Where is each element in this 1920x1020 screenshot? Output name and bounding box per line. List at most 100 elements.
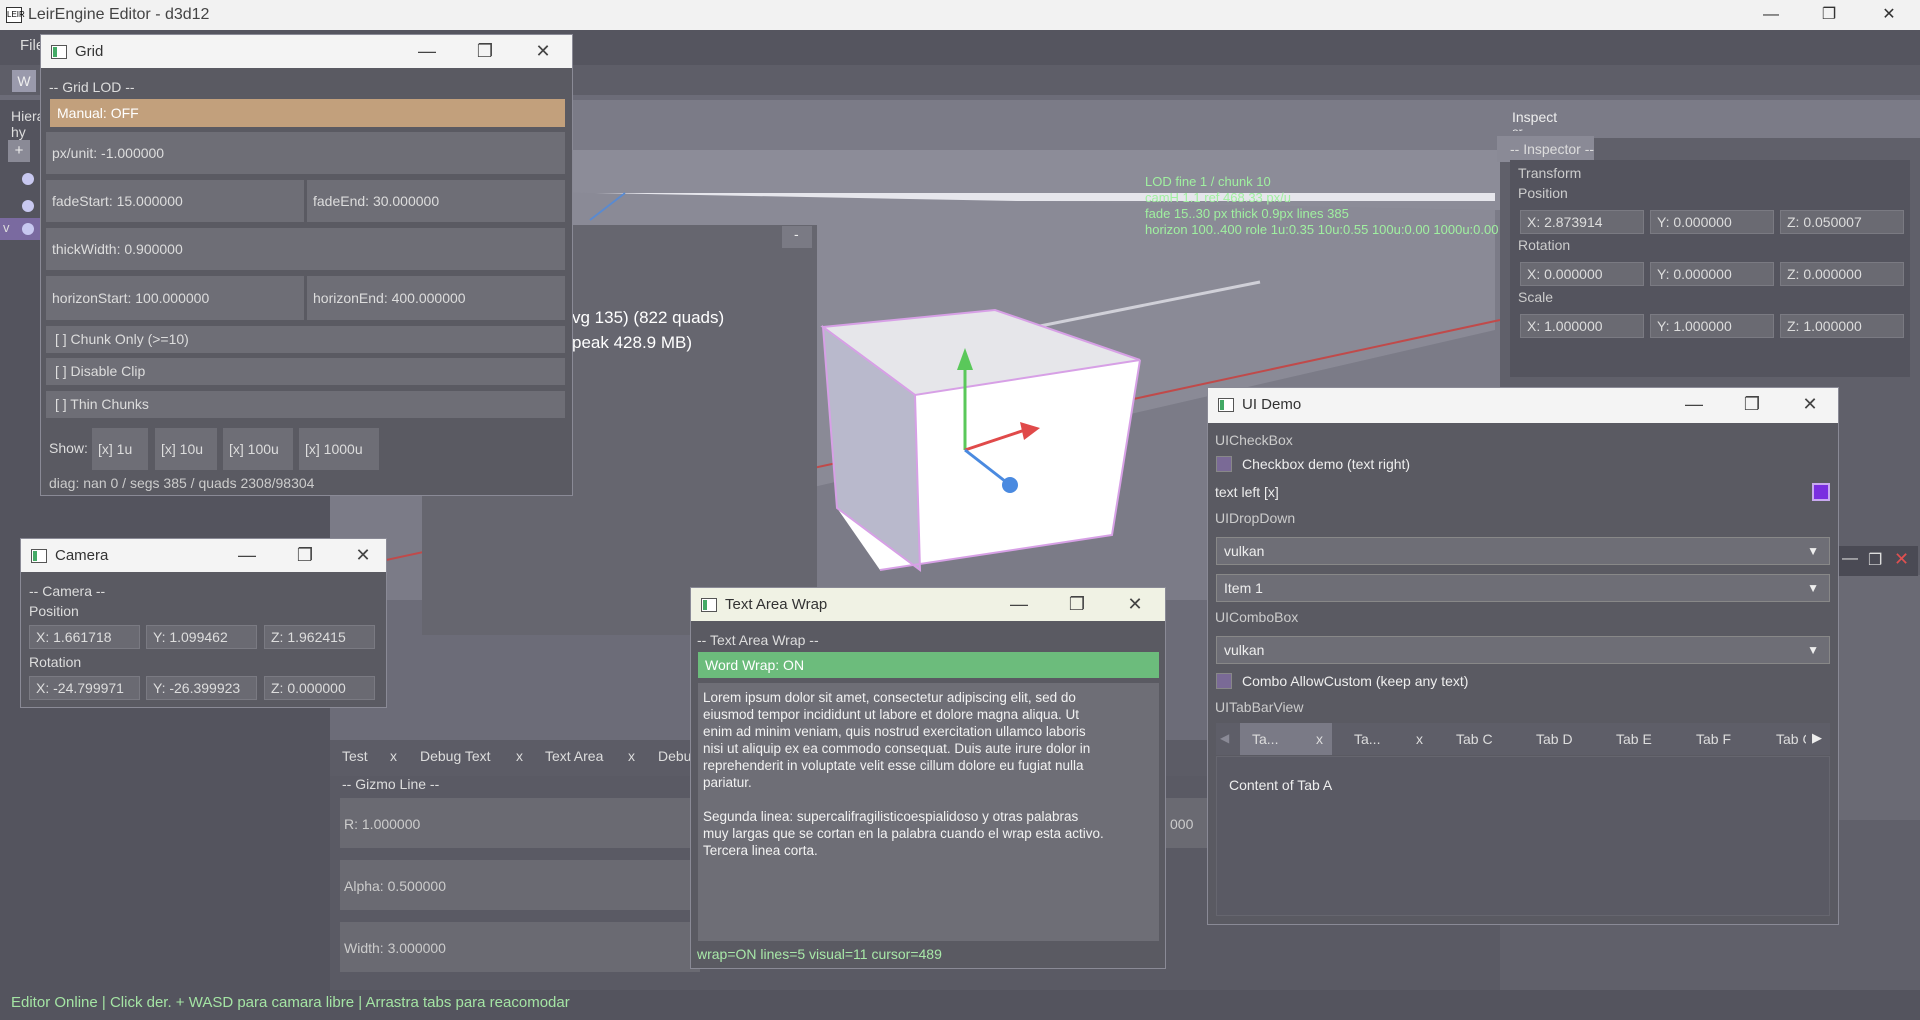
- inspector-scale-y[interactable]: Y: 1.000000: [1650, 314, 1774, 338]
- gizmo-r-field[interactable]: R: 1.000000: [344, 816, 420, 832]
- camera-pos-z[interactable]: Z: 1.962415: [264, 625, 375, 649]
- minimize-icon[interactable]: —: [413, 39, 441, 63]
- chevron-down-icon: ▼: [1807, 581, 1819, 595]
- chunk-only-toggle[interactable]: [ ] Chunk Only (>=10): [46, 326, 565, 353]
- gizmo-width-field[interactable]: Width: 3.000000: [344, 940, 446, 956]
- camera-rot-z[interactable]: Z: 0.000000: [264, 676, 375, 700]
- horizon-end-field[interactable]: horizonEnd: 400.000000: [307, 276, 565, 320]
- text-line: nisi ut aliquip ex ea commodo consequat.…: [703, 741, 1091, 756]
- show-1u-toggle[interactable]: [x] 1u: [92, 428, 148, 470]
- ui-demo-titlebar[interactable]: UI Demo — ❐ ✕: [1208, 388, 1838, 423]
- close-icon[interactable]: ✕: [1796, 392, 1824, 416]
- tab-d[interactable]: Tab D: [1536, 731, 1573, 747]
- camera-pos-x[interactable]: X: 1.661718: [29, 625, 140, 649]
- gizmo-right-field[interactable]: 000: [1170, 816, 1193, 832]
- thin-chunks-toggle[interactable]: [ ] Thin Chunks: [46, 391, 565, 418]
- hierarchy-item-dot-icon: [22, 223, 34, 235]
- gizmo-alpha-field[interactable]: Alpha: 0.500000: [344, 878, 446, 894]
- camera-pos-y[interactable]: Y: 1.099462: [146, 625, 257, 649]
- tab-scroll-left-icon[interactable]: ◀: [1220, 731, 1229, 745]
- combo-box[interactable]: vulkan ▼: [1216, 636, 1830, 664]
- inspector-pos-y[interactable]: Y: 0.000000: [1650, 210, 1774, 234]
- close-icon[interactable]: ✕: [1121, 592, 1149, 616]
- minimize-icon[interactable]: —: [233, 543, 261, 567]
- tab-text-area[interactable]: Text Area: [545, 748, 603, 764]
- combo-custom-checkbox[interactable]: [1216, 673, 1232, 689]
- tab-test[interactable]: Test: [342, 748, 368, 764]
- hierarchy-item-dot-icon[interactable]: [22, 200, 34, 212]
- text-area-titlebar[interactable]: Text Area Wrap — ❐ ✕: [691, 588, 1165, 621]
- px-unit-field[interactable]: px/unit: -1.000000: [46, 132, 565, 174]
- scale-label: Scale: [1518, 289, 1554, 305]
- checkbox-demo[interactable]: [1216, 456, 1232, 472]
- window-icon: [1218, 398, 1234, 412]
- hierarchy-add-button[interactable]: +: [8, 140, 30, 162]
- minimize-icon[interactable]: —: [1005, 592, 1033, 616]
- close-icon[interactable]: ✕: [529, 39, 557, 63]
- close-icon[interactable]: ✕: [349, 543, 377, 567]
- minimize-button[interactable]: —: [1742, 0, 1800, 30]
- dropdown-item[interactable]: Item 1 ▼: [1216, 574, 1830, 602]
- partial-close-icon[interactable]: ✕: [1894, 549, 1909, 570]
- camera-rotation-label: Rotation: [29, 654, 82, 670]
- inspector-rot-y[interactable]: Y: 0.000000: [1650, 262, 1774, 286]
- camera-titlebar[interactable]: Camera — ❐ ✕: [21, 539, 386, 572]
- partial-min-icon[interactable]: —: [1842, 550, 1858, 568]
- text-line: Segunda linea: supercalifragilisticoespi…: [703, 809, 1079, 824]
- camera-title: Camera: [55, 547, 109, 564]
- inspector-pos-x[interactable]: X: 2.873914: [1520, 210, 1644, 234]
- camera-rot-y[interactable]: Y: -26.399923: [146, 676, 257, 700]
- show-1000u-toggle[interactable]: [x] 1000u: [299, 428, 379, 470]
- inspector-rot-z[interactable]: Z: 0.000000: [1780, 262, 1904, 286]
- dropdown-api[interactable]: vulkan ▼: [1216, 537, 1830, 565]
- dropdown-api-value: vulkan: [1224, 543, 1265, 559]
- hierarchy-selected-item[interactable]: v: [0, 218, 44, 240]
- maximize-icon[interactable]: ❐: [1738, 392, 1766, 416]
- tab-f[interactable]: Tab F: [1696, 731, 1731, 747]
- tab-e[interactable]: Tab E: [1616, 731, 1652, 747]
- hierarchy-item-dot-icon[interactable]: [22, 173, 34, 185]
- checkbox-demo-label: Checkbox demo (text right): [1242, 456, 1411, 472]
- tab-b[interactable]: Ta...: [1354, 731, 1380, 747]
- thick-width-field[interactable]: thickWidth: 0.900000: [46, 228, 565, 270]
- show-100u-toggle[interactable]: [x] 100u: [223, 428, 293, 470]
- grid-titlebar[interactable]: Grid — ❐ ✕: [41, 35, 572, 68]
- close-button[interactable]: ✕: [1860, 0, 1918, 30]
- fade-start-field[interactable]: fadeStart: 15.000000: [46, 180, 304, 222]
- fade-end-field[interactable]: fadeEnd: 30.000000: [307, 180, 565, 222]
- inspector-scale-x[interactable]: X: 1.000000: [1520, 314, 1644, 338]
- tab-c[interactable]: Tab C: [1456, 731, 1493, 747]
- inspector-scale-z[interactable]: Z: 1.000000: [1780, 314, 1904, 338]
- text-area-input[interactable]: Lorem ipsum dolor sit amet, consectetur …: [698, 683, 1159, 941]
- maximize-icon[interactable]: ❐: [471, 39, 499, 63]
- maximize-icon[interactable]: ❐: [291, 543, 319, 567]
- inspector-tab[interactable]: Inspect: [1512, 109, 1557, 125]
- minimize-icon[interactable]: —: [1680, 392, 1708, 416]
- maximize-icon[interactable]: ❐: [1063, 592, 1091, 616]
- disable-clip-toggle[interactable]: [ ] Disable Clip: [46, 358, 565, 385]
- tab-b-close-icon[interactable]: x: [1416, 731, 1423, 747]
- w-button[interactable]: W: [12, 70, 36, 92]
- manual-toggle[interactable]: Manual: OFF: [50, 99, 565, 127]
- word-wrap-toggle[interactable]: Word Wrap: ON: [698, 652, 1159, 678]
- tab-debug-text-close-icon[interactable]: x: [516, 748, 523, 764]
- tab-scroll-right-icon[interactable]: ▶: [1812, 730, 1822, 746]
- dropdown-item-value: Item 1: [1224, 580, 1263, 596]
- partial-max-icon[interactable]: ❐: [1868, 550, 1882, 570]
- horizon-start-field[interactable]: horizonStart: 100.000000: [46, 276, 304, 320]
- inspector-pos-z[interactable]: Z: 0.050007: [1780, 210, 1904, 234]
- grid-window: Grid — ❐ ✕ -- Grid LOD -- Manual: OFF px…: [40, 34, 573, 496]
- camera-rot-x[interactable]: X: -24.799971: [29, 676, 140, 700]
- tab-test-close-icon[interactable]: x: [390, 748, 397, 764]
- tab-a-close-icon[interactable]: x: [1316, 731, 1323, 747]
- maximize-button[interactable]: ❐: [1800, 0, 1858, 30]
- stats-line-1: vg 135) (822 quads): [572, 308, 725, 327]
- text-left-checkbox[interactable]: [1812, 483, 1830, 501]
- tab-g[interactable]: Tab G: [1776, 731, 1806, 747]
- tab-text-area-close-icon[interactable]: x: [628, 748, 635, 764]
- show-10u-toggle[interactable]: [x] 10u: [155, 428, 217, 470]
- tab-debug[interactable]: Debu: [658, 748, 691, 764]
- inspector-rot-x[interactable]: X: 0.000000: [1520, 262, 1644, 286]
- stats-collapse-button[interactable]: -: [794, 226, 799, 242]
- tab-debug-text[interactable]: Debug Text: [420, 748, 491, 764]
